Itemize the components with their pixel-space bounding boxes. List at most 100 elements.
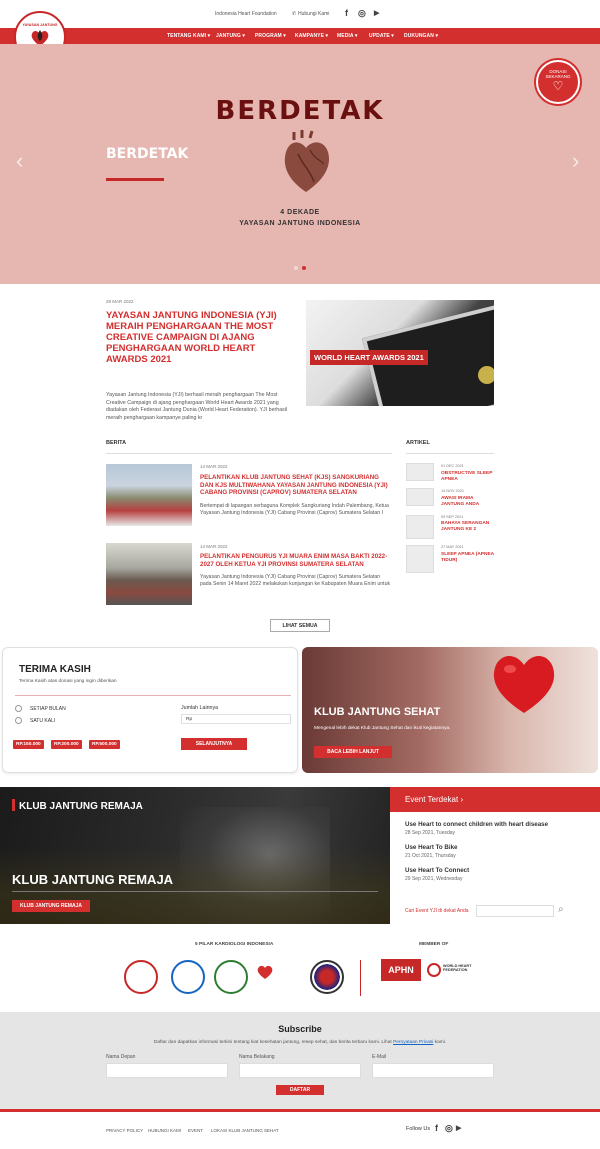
featured-excerpt: Yayasan Jantung Indonesia (YJI) berhasil…	[106, 392, 288, 421]
whf-logo[interactable]: WORLD HEART FEDERATION	[443, 964, 475, 972]
footer-privacy-policy[interactable]: PRIVACY POLICY	[106, 1128, 143, 1133]
article-title-3[interactable]: BAHAYA SERANGAN JANTUNG KE 2	[441, 521, 496, 533]
article-date-3: 09 SEP 2021	[441, 515, 464, 519]
slider-dot-1[interactable]	[294, 266, 298, 270]
article-date-2: 14 NOV 2021	[441, 489, 465, 493]
event-title-3[interactable]: Use Heart To Connect	[405, 867, 469, 874]
event-title-1[interactable]: Use Heart to connect children with heart…	[405, 821, 548, 828]
footer-instagram-icon[interactable]: ◎	[445, 1123, 453, 1134]
event-header[interactable]: Event Terdekat ›	[390, 787, 600, 812]
footer-hubungi-kami[interactable]: HUBUNGI KAMI	[148, 1128, 181, 1133]
footer-youtube-icon[interactable]: ▶	[456, 1124, 461, 1132]
news-excerpt-2: Yayasan Jantung Indonesia (YJI) Cabang P…	[200, 574, 391, 588]
slider-next-icon[interactable]: ›	[572, 148, 579, 174]
news-excerpt-1: Bertempat di lapangan serbaguna Komplek …	[200, 503, 389, 517]
event-search-input[interactable]	[476, 905, 554, 917]
news-image-1[interactable]	[106, 464, 192, 526]
red-heart-image	[493, 656, 555, 713]
pillar-heading: 5 PILAR KARDIOLOGI INDONESIA	[195, 942, 274, 947]
klub-remaja-button[interactable]: KLUB JANTUNG REMAJA	[12, 900, 90, 912]
instagram-icon[interactable]: ◎	[358, 8, 366, 19]
contact-link[interactable]: Hubungi Kami	[298, 11, 329, 17]
amount-500000-button[interactable]: RP.500.000	[89, 740, 120, 749]
hero-caption-underline	[106, 178, 164, 181]
pjn-harapan-kita-logo[interactable]	[256, 964, 302, 992]
radio-satu-kali[interactable]	[15, 717, 22, 724]
slider-prev-icon[interactable]: ‹	[16, 148, 23, 174]
news-title-1[interactable]: PELANTIKAN KLUB JANTUNG SEHAT (KJS) SANG…	[200, 474, 392, 497]
last-name-input[interactable]	[239, 1063, 361, 1078]
amount-200000-button[interactable]: RP.200.000	[51, 740, 82, 749]
privacy-link[interactable]: Pernyataan Privasi	[393, 1040, 433, 1045]
featured-title[interactable]: YAYASAN JANTUNG INDONESIA (YJI) MERAIH P…	[106, 310, 296, 365]
last-name-label: Nama Belakang	[239, 1054, 275, 1060]
subscribe-desc: Daftar dan dapatkan informasi terkini te…	[153, 1040, 447, 1045]
email-label: E-Mail	[372, 1054, 387, 1060]
slider-dot-2[interactable]	[302, 266, 306, 270]
daftar-button[interactable]: DAFTAR	[276, 1085, 324, 1095]
article-thumb-2[interactable]	[406, 488, 434, 506]
hand-heart-icon: ♡	[552, 79, 564, 93]
article-title-2[interactable]: AWASI IRAMA JANTUNG ANDA	[441, 496, 496, 508]
main-nav: TENTANG KAMI ▾ JANTUNG ▾ PROGRAM ▾ KAMPA…	[0, 28, 600, 44]
donation-subtitle: Terima Kasih atas donasi yang ingin dibe…	[19, 679, 117, 684]
donation-divider	[15, 695, 291, 696]
first-name-input[interactable]	[106, 1063, 228, 1078]
featured-image[interactable]: WORLD HEART AWARDS 2021	[306, 300, 494, 406]
klub-sehat-title: KLUB JANTUNG SEHAT	[314, 706, 441, 718]
search-icon[interactable]: ⌕	[558, 904, 564, 915]
partners-divider	[360, 960, 361, 996]
facebook-icon[interactable]: f	[345, 8, 348, 18]
nav-jantung[interactable]: JANTUNG ▾	[216, 33, 245, 39]
event-title-2[interactable]: Use Heart To Bike	[405, 844, 458, 851]
news-image-2[interactable]	[106, 543, 192, 605]
remaja-divider	[12, 891, 378, 892]
perki-logo[interactable]	[171, 960, 205, 994]
article-title-1[interactable]: OBSTRUCTIVE SLEEP APNEA	[441, 471, 496, 483]
artikel-divider	[406, 453, 494, 454]
article-thumb-3[interactable]	[406, 515, 434, 539]
amount-150000-button[interactable]: RP.150.000	[13, 740, 44, 749]
youtube-icon[interactable]: ▶	[374, 9, 379, 17]
news-title-2[interactable]: PELANTIKAN PENGURUS YJI MUARA ENIM MASA …	[200, 553, 392, 568]
subscribe-title: Subscribe	[278, 1024, 322, 1034]
aphn-logo[interactable]: APHN	[381, 959, 421, 981]
other-amount-input[interactable]: Rp	[181, 714, 291, 724]
nav-media[interactable]: MEDIA ▾	[337, 33, 358, 39]
klub-jantung-sehat-card: KLUB JANTUNG SEHAT Mengenal lebih dekat …	[302, 647, 598, 773]
phone-icon: ✆	[292, 11, 297, 17]
pillar-logo-5[interactable]	[310, 960, 344, 994]
article-title-4[interactable]: SLEEP APNEA (APNEA TIDUR)	[441, 552, 496, 564]
other-amount-label: Jumlah Lainnya	[181, 705, 219, 711]
yji-logo[interactable]	[124, 960, 158, 994]
site-name-link[interactable]: Indonesia Heart Foundation	[215, 11, 277, 17]
remaja-title: KLUB JANTUNG REMAJA	[12, 872, 174, 887]
lihat-semua-button[interactable]: LIHAT SEMUA	[270, 619, 330, 632]
chevron-right-icon: ›	[460, 795, 464, 804]
klub-sehat-desc: Mengenal lebih dekat Klub Jantung Sehat …	[314, 726, 451, 731]
hero-caption: BERDETAK	[106, 146, 189, 162]
hero-subtitle-1: 4 DEKADE	[280, 209, 320, 216]
footer-lokasi[interactable]: LOKASI KLUB JANTUNG SEHAT	[211, 1128, 279, 1133]
nav-tentang-kami[interactable]: TENTANG KAMI ▾	[167, 33, 210, 39]
berita-divider	[106, 453, 392, 454]
award-seal	[478, 366, 494, 384]
nav-program[interactable]: PROGRAM ▾	[255, 33, 286, 39]
baca-lebih-lanjut-button[interactable]: BACA LEBIH LANJUT	[314, 746, 392, 758]
nav-dukungan[interactable]: DUKUNGAN ▾	[404, 33, 438, 39]
nav-update[interactable]: UPDATE ▾	[369, 33, 394, 39]
article-thumb-4[interactable]	[406, 545, 434, 573]
email-input[interactable]	[372, 1063, 494, 1078]
nav-kampanye[interactable]: KAMPANYE ▾	[295, 33, 328, 39]
subscribe-section: Subscribe Daftar dan dapatkan informasi …	[0, 1012, 600, 1109]
radio-setiap-bulan[interactable]	[15, 705, 22, 712]
article-thumb-1[interactable]	[406, 463, 434, 481]
donasi-sekarang-button[interactable]: DONASI SEKARANG ♡	[536, 60, 580, 104]
footer-event[interactable]: EVENT	[188, 1128, 203, 1133]
selanjutnya-button[interactable]: SELANJUTNYA	[181, 738, 247, 750]
event-terdekat-panel: Event Terdekat › Use Heart to connect ch…	[390, 787, 600, 924]
footer-facebook-icon[interactable]: f	[435, 1123, 438, 1133]
pillar-logo-3[interactable]	[214, 960, 248, 994]
news-date-1: 14 MAR 2022	[200, 464, 228, 469]
footer: PRIVACY POLICY HUBUNGI KAMI EVENT LOKASI…	[0, 1112, 600, 1149]
